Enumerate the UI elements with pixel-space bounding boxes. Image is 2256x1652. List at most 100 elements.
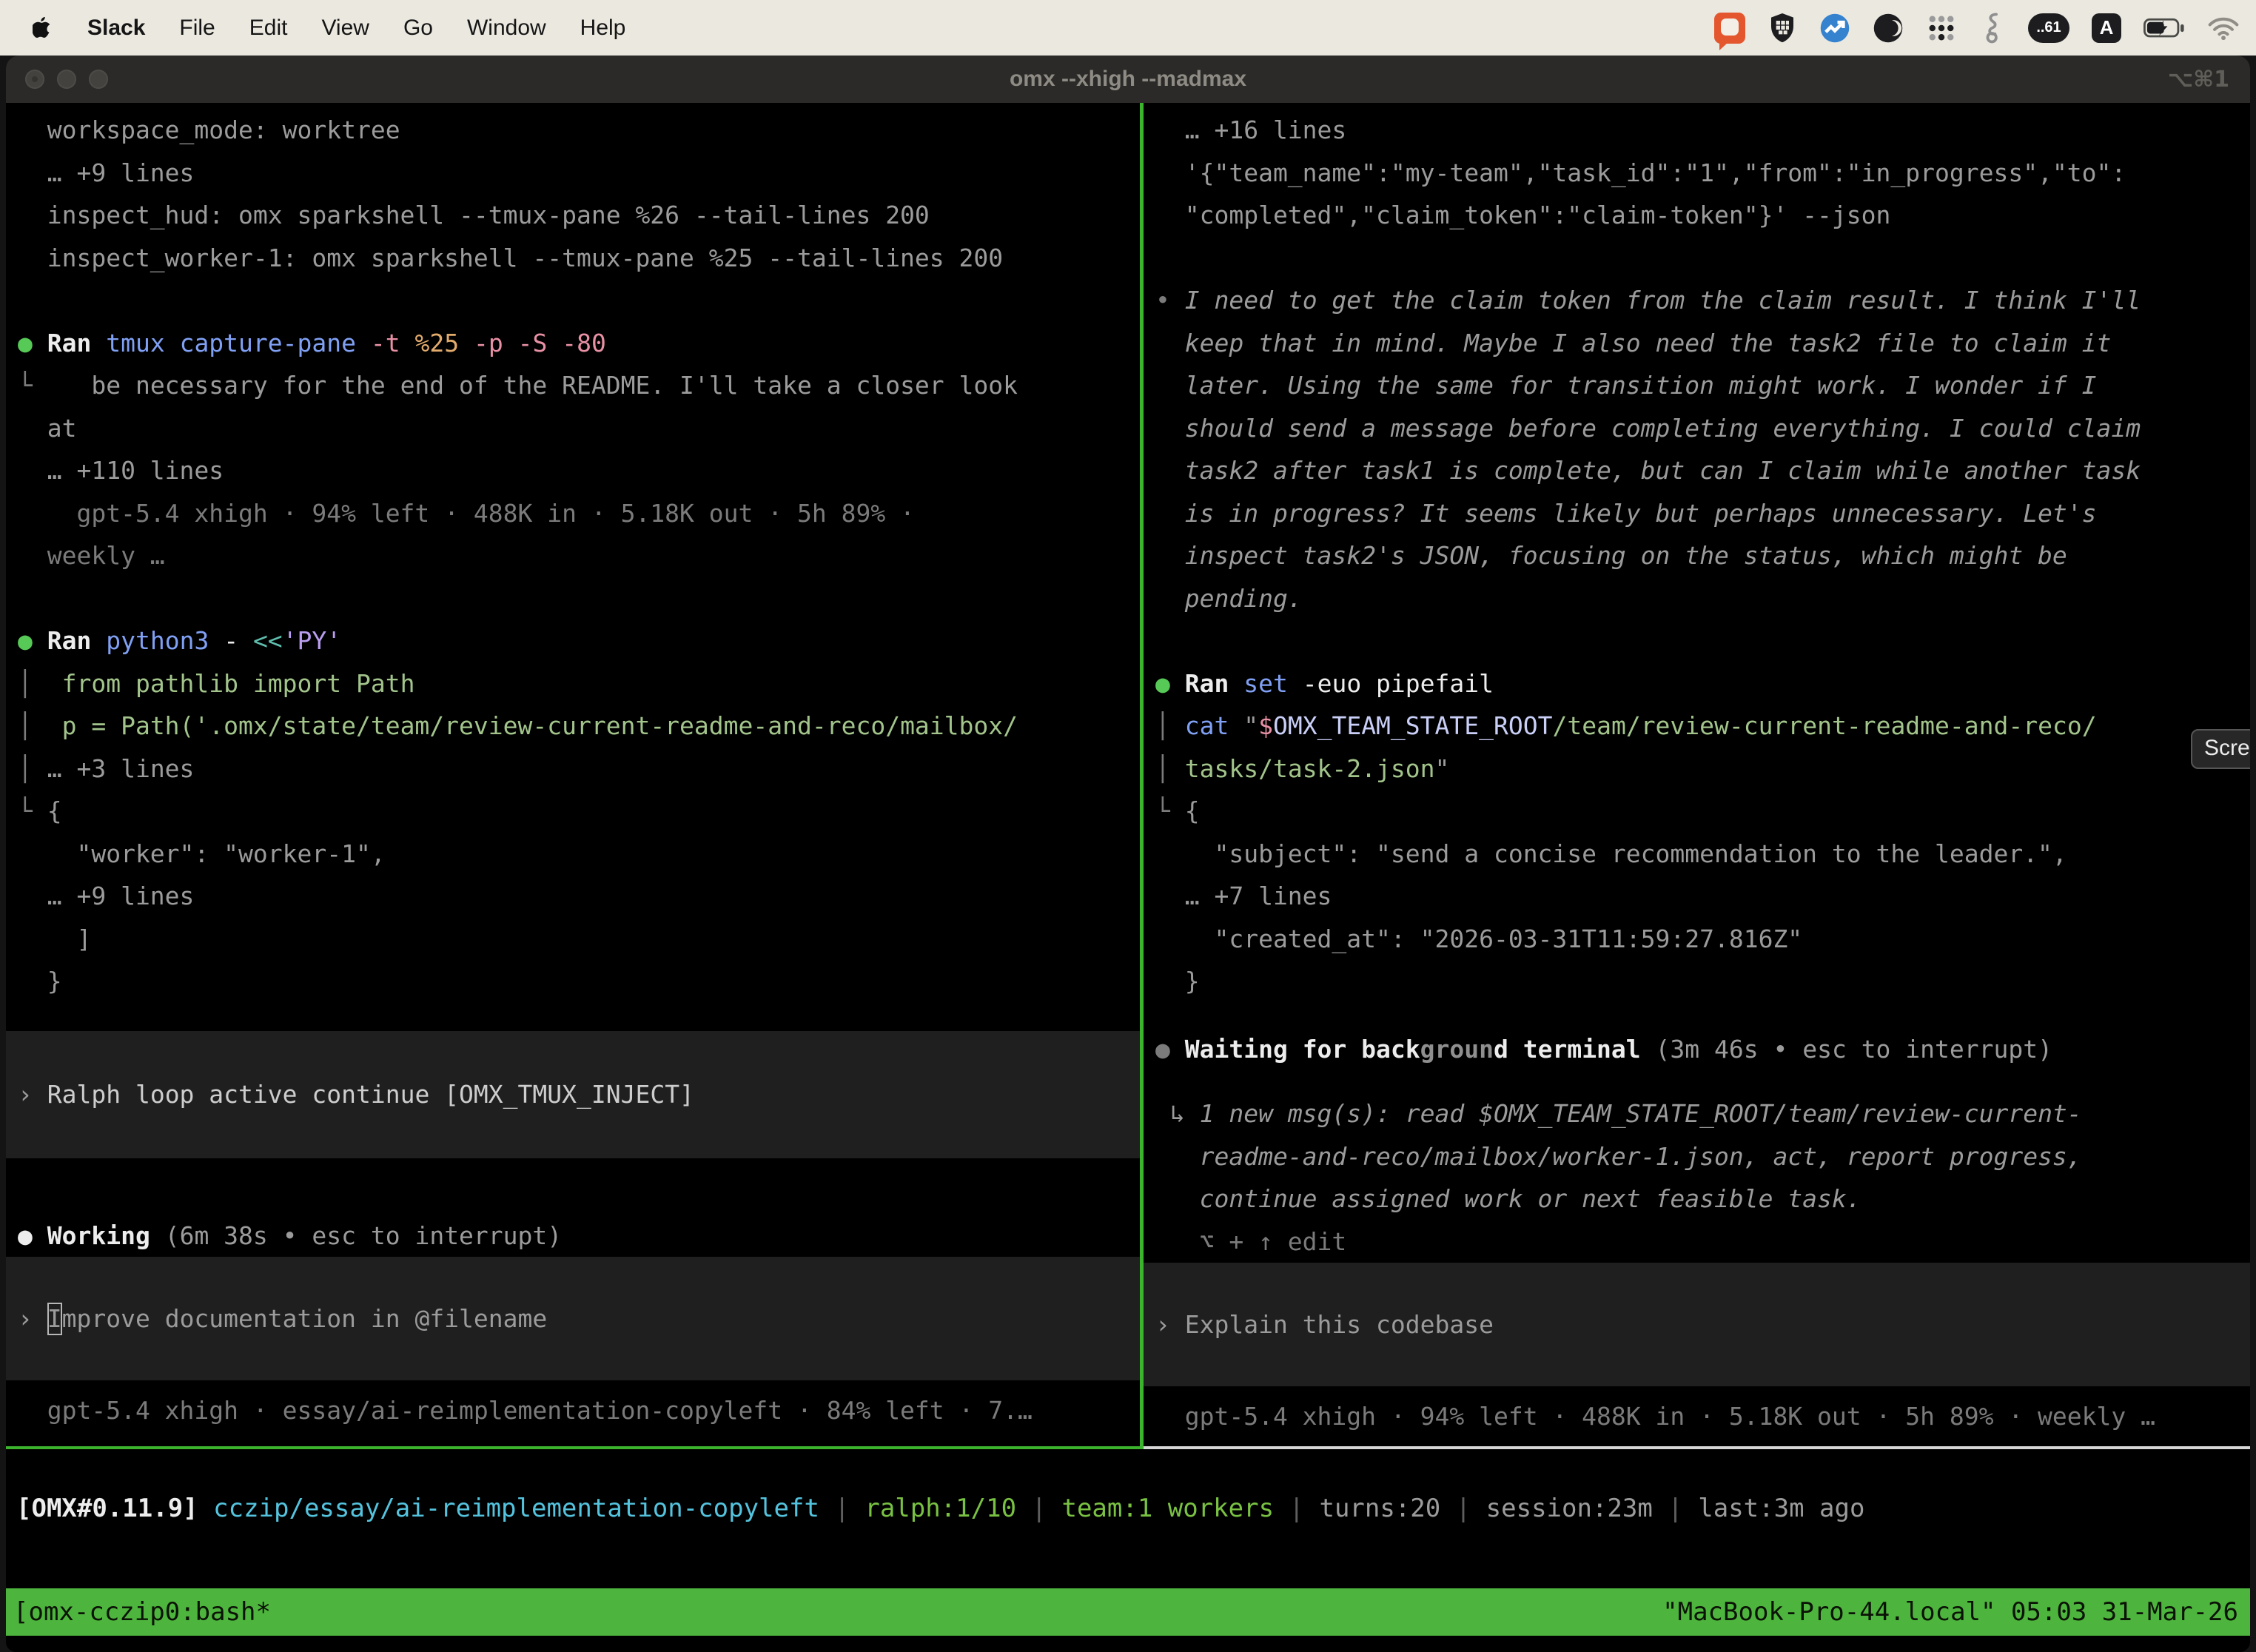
- close-button[interactable]: [25, 70, 44, 89]
- crescent-circle-icon[interactable]: [1873, 13, 1904, 44]
- terminal-window: omx --xhigh --madmax ⌥⌘1 workspace_mode:…: [6, 56, 2250, 1652]
- terminal-line: │ p = Path('.omx/state/team/review-curre…: [6, 705, 1140, 748]
- terminal-line: … +110 lines: [6, 449, 1140, 492]
- terminal-line: inspect_worker-1: omx sparkshell --tmux-…: [6, 237, 1140, 280]
- spacer: [6, 1380, 1140, 1389]
- menu-app-slack[interactable]: Slack: [87, 16, 145, 41]
- spacer: [6, 1003, 1140, 1031]
- left-terminal-pane[interactable]: workspace_mode: worktree … +9 lines insp…: [6, 103, 1140, 1446]
- apple-menu[interactable]: [33, 16, 53, 40]
- terminal-line: '{"team_name":"my-team","task_id":"1","f…: [1144, 152, 2250, 195]
- terminal-line: [1144, 620, 2250, 662]
- pane-footer: gpt-5.4 xhigh · 94% left · 488K in · 5.1…: [1144, 1395, 2250, 1438]
- letter-a-app-icon[interactable]: A: [2092, 13, 2121, 43]
- terminal-line: "worker": "worker-1",: [6, 833, 1140, 876]
- terminal-content: workspace_mode: worktree … +9 lines insp…: [6, 103, 2250, 1652]
- terminal-line: └ {: [6, 790, 1140, 833]
- menu-go[interactable]: Go: [403, 16, 433, 41]
- terminal-line: └ be necessary for the end of the README…: [6, 364, 1140, 407]
- command-ran-set: ● Ran set -euo pipefail: [1144, 662, 2250, 705]
- terminal-line: │ tasks/task-2.json": [1144, 748, 2250, 790]
- stats-zigzag-icon[interactable]: [1819, 13, 1850, 44]
- tmux-host-clock: "MacBook-Pro-44.local" 05:03 31-Mar-26: [1662, 1597, 2238, 1627]
- squiggle-icon[interactable]: [1979, 12, 2006, 44]
- command-ran-tmux-capture: ● Ran tmux capture-pane -t %25 -p -S -80: [6, 322, 1140, 365]
- terminal-line: … +16 lines: [1144, 109, 2250, 152]
- terminal-line: [1144, 237, 2250, 280]
- terminal-line: › Explain this codebase: [1144, 1303, 1494, 1346]
- traffic-lights: [25, 70, 108, 89]
- menu-edit[interactable]: Edit: [249, 16, 288, 41]
- terminal-line: "completed","claim_token":"claim-token"}…: [1144, 194, 2250, 237]
- spacer: [1144, 1003, 2250, 1028]
- mailbox-hint: ↳ 1 new msg(s): read $OMX_TEAM_STATE_ROO…: [1144, 1092, 2250, 1135]
- menu-file[interactable]: File: [179, 16, 215, 41]
- terminal-line: … +7 lines: [1144, 875, 2250, 918]
- window-titlebar[interactable]: omx --xhigh --madmax ⌥⌘1: [6, 56, 2250, 103]
- window-shortcut-hint: ⌥⌘1: [2168, 67, 2229, 93]
- terminal-line: later. Using the same for transition mig…: [1144, 364, 2250, 407]
- terminal-line: [6, 577, 1140, 620]
- terminal-line: › Improve documentation in @filename: [6, 1297, 547, 1340]
- menu-window[interactable]: Window: [467, 16, 546, 41]
- terminal-line: ]: [6, 918, 1140, 961]
- terminal-line: pending.: [1144, 577, 2250, 620]
- tmux-panes: workspace_mode: worktree … +9 lines insp…: [6, 103, 2250, 1446]
- terminal-line: │ from pathlib import Path: [6, 662, 1140, 705]
- terminal-line: "subject": "send a concise recommendatio…: [1144, 833, 2250, 876]
- terminal-line: │ … +3 lines: [6, 748, 1140, 790]
- waiting-status: ● Waiting for background terminal (3m 46…: [1144, 1028, 2250, 1071]
- injected-message-banner: › Ralph loop active continue [OMX_TMUX_I…: [6, 1031, 1140, 1158]
- terminal-line: }: [1144, 960, 2250, 1003]
- terminal-line: weekly …: [6, 534, 1140, 577]
- terminal-line: is in progress? It seems likely but perh…: [1144, 492, 2250, 535]
- menu-help[interactable]: Help: [580, 16, 626, 41]
- terminal-line: › Ralph loop active continue [OMX_TMUX_I…: [6, 1073, 694, 1116]
- right-terminal-pane[interactable]: … +16 lines '{"team_name":"my-team","tas…: [1144, 103, 2250, 1446]
- menu-view[interactable]: View: [321, 16, 369, 41]
- terminal-line: workspace_mode: worktree: [6, 109, 1140, 152]
- minimize-button[interactable]: [57, 70, 76, 89]
- dots-grid-icon[interactable]: [1926, 13, 1957, 44]
- terminal-line: [6, 279, 1140, 322]
- omx-status-pane: [OMX#0.11.9] cczip/essay/ai-reimplementa…: [6, 1449, 2250, 1588]
- spacer: [1144, 1070, 2250, 1092]
- terminal-line: gpt-5.4 xhigh · 94% left · 488K in · 5.1…: [6, 492, 1140, 535]
- terminal-line: "created_at": "2026-03-31T11:59:27.816Z": [1144, 918, 2250, 961]
- spacer: [6, 1158, 1140, 1215]
- terminal-line: │ cat "$OMX_TEAM_STATE_ROOT/team/review-…: [1144, 705, 2250, 748]
- working-status: ● Working (6m 38s • esc to interrupt): [6, 1215, 1140, 1258]
- terminal-line: inspect_hud: omx sparkshell --tmux-pane …: [6, 194, 1140, 237]
- terminal-line: ⌥ + ↑ edit: [1144, 1220, 2250, 1263]
- terminal-line: └ {: [1144, 790, 2250, 833]
- badge-61-icon[interactable]: ..61: [2028, 13, 2069, 43]
- battery-icon[interactable]: [2143, 18, 2185, 38]
- terminal-line: continue assigned work or next feasible …: [1144, 1178, 2250, 1220]
- prompt-input[interactable]: › Improve documentation in @filename: [6, 1257, 1140, 1380]
- window-bottom-edge: [6, 1636, 2250, 1652]
- chat-app-icon[interactable]: [1714, 13, 1745, 44]
- terminal-line: at: [6, 407, 1140, 450]
- screen-tooltip: Scre: [2191, 729, 2250, 769]
- terminal-line: inspect task2's JSON, focusing on the st…: [1144, 534, 2250, 577]
- tmux-status-bar: [omx-cczip0:bash* "MacBook-Pro-44.local"…: [6, 1588, 2250, 1636]
- wifi-icon[interactable]: [2207, 16, 2240, 41]
- terminal-line: should send a message before completing …: [1144, 407, 2250, 450]
- thinking-text: • I need to get the claim token from the…: [1144, 279, 2250, 322]
- shield-grid-icon[interactable]: [1767, 12, 1797, 44]
- terminal-line: }: [6, 960, 1140, 1003]
- spacer: [1144, 1386, 2250, 1395]
- command-ran-python3: ● Ran python3 - <<'PY': [6, 620, 1140, 662]
- tmux-session-label: [omx-cczip0:bash*: [13, 1597, 271, 1627]
- apple-icon: [33, 16, 53, 40]
- macos-menu-bar: Slack File Edit View Go Window Help ..61…: [0, 0, 2256, 56]
- omx-status-line: [OMX#0.11.9] cczip/essay/ai-reimplementa…: [6, 1488, 2250, 1531]
- zoom-button[interactable]: [89, 70, 108, 89]
- pane-footer: gpt-5.4 xhigh · essay/ai-reimplementatio…: [6, 1389, 1140, 1432]
- window-title: omx --xhigh --madmax: [6, 67, 2250, 92]
- prompt-input[interactable]: › Explain this codebase: [1144, 1263, 2250, 1386]
- terminal-line: task2 after task1 is complete, but can I…: [1144, 449, 2250, 492]
- terminal-line: readme-and-reco/mailbox/worker-1.json, a…: [1144, 1135, 2250, 1178]
- terminal-line: keep that in mind. Maybe I also need the…: [1144, 322, 2250, 365]
- terminal-line: … +9 lines: [6, 152, 1140, 195]
